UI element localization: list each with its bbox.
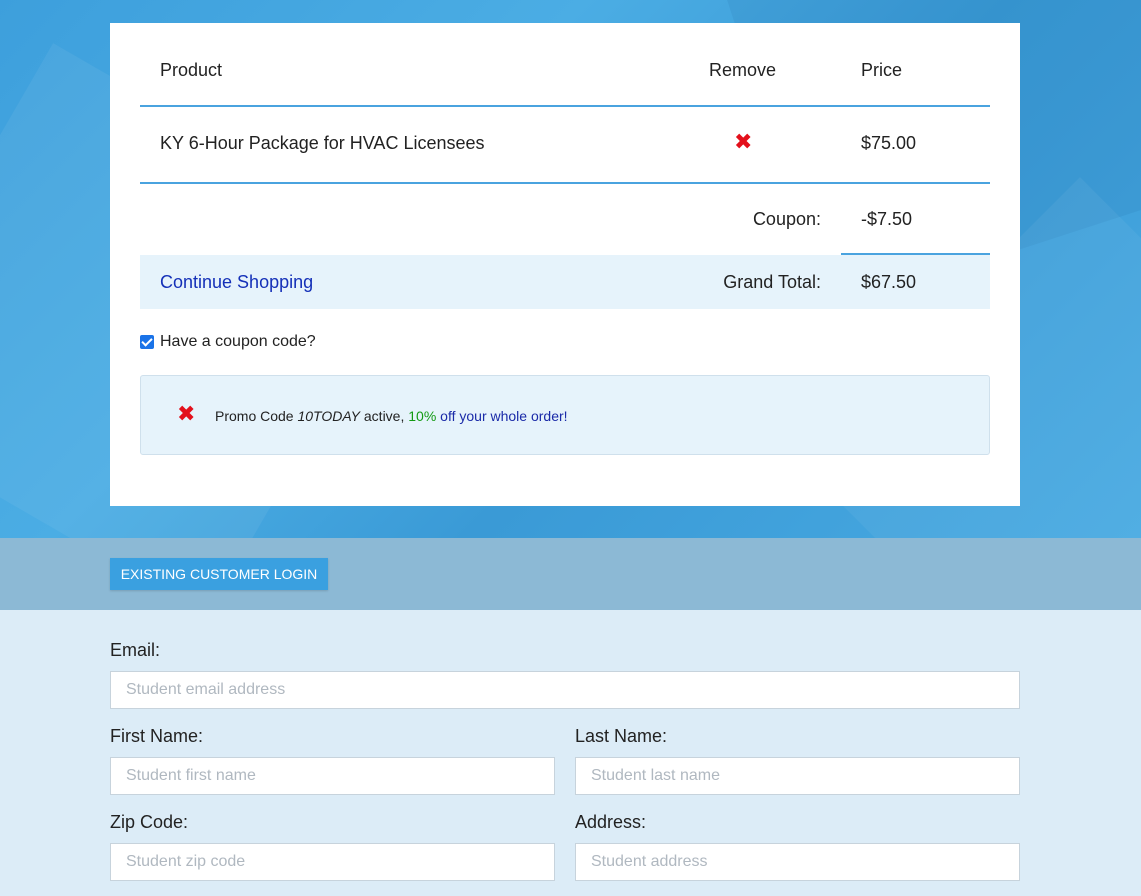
address-label: Address: [575, 812, 647, 832]
close-icon[interactable]: ✖ [734, 131, 752, 153]
last-name-label: Last Name: [575, 726, 668, 746]
coupon-label: Coupon: [752, 209, 821, 229]
email-label: Email: [110, 640, 161, 660]
zip-code-label: Zip Code: [110, 812, 189, 832]
promo-percent: 10% [408, 408, 437, 424]
promo-prefix: Promo Code [215, 408, 298, 424]
hero-background: Product Remove Price KY 6-Hour Package f… [0, 0, 1141, 538]
existing-customer-login-button[interactable]: EXISTING CUSTOMER LOGIN [110, 558, 328, 590]
coupon-toggle-label: Have a coupon code? [160, 333, 316, 350]
promo-message: Promo Code 10TODAY active, 10% off your … [215, 408, 568, 424]
grand-total-value: $67.50 [861, 272, 917, 292]
promo-box: ✖ Promo Code 10TODAY active, 10% off you… [140, 375, 990, 455]
cart-card: Product Remove Price KY 6-Hour Package f… [110, 23, 1020, 506]
continue-shopping-link[interactable]: Continue Shopping [160, 272, 313, 293]
grand-total-label: Grand Total: [723, 272, 821, 292]
coupon-row: Coupon: -$7.50 [140, 184, 990, 255]
coupon-value: -$7.50 [861, 209, 913, 229]
coupon-toggle[interactable]: Have a coupon code? [140, 333, 316, 351]
first-name-label: First Name: [110, 726, 204, 746]
login-band: EXISTING CUSTOMER LOGIN [0, 538, 1141, 610]
address-field[interactable] [575, 843, 1020, 881]
promo-code: 10TODAY [297, 408, 360, 424]
cart-header-row: Product Remove Price [140, 23, 990, 107]
close-icon[interactable]: ✖ [177, 403, 195, 425]
product-price: $75.00 [861, 133, 917, 153]
zip-code-field[interactable] [110, 843, 555, 881]
cart-table: Product Remove Price KY 6-Hour Package f… [140, 23, 990, 309]
product-name: KY 6-Hour Package for HVAC Licensees [160, 133, 485, 153]
promo-suffix: off your whole order! [436, 408, 568, 424]
price-header: Price [861, 60, 903, 80]
remove-header: Remove [709, 60, 777, 80]
grand-total-row: Continue Shopping Grand Total: $67.50 [140, 255, 990, 309]
first-name-field[interactable] [110, 757, 555, 795]
product-header: Product [160, 60, 223, 80]
checkbox-checked-icon[interactable] [140, 335, 154, 349]
email-field[interactable] [110, 671, 1020, 709]
table-row: KY 6-Hour Package for HVAC Licensees ✖ $… [140, 107, 990, 184]
last-name-field[interactable] [575, 757, 1020, 795]
promo-middle: active, [360, 408, 409, 424]
